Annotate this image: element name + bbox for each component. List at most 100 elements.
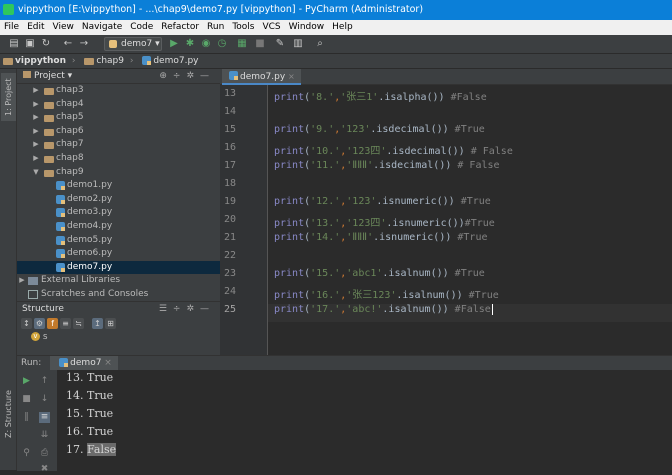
pin-tab-icon[interactable]: ⚲ <box>21 448 32 459</box>
project-panel-title[interactable]: Project <box>34 71 65 81</box>
breadcrumb-separator: › <box>71 56 76 66</box>
close-tab-icon[interactable]: × <box>288 72 295 81</box>
breadcrumb-file[interactable]: demo7.py <box>153 54 198 68</box>
show-fields-icon[interactable]: ⚙ <box>34 318 45 329</box>
print-icon[interactable]: ⎙ <box>39 448 50 459</box>
tree-item-chap4[interactable]: ▶ chap4 <box>17 98 220 112</box>
profile-icon[interactable]: ◷ <box>216 38 228 50</box>
autoscroll-icon[interactable]: ↥ <box>92 318 103 329</box>
sort-icon[interactable]: ↕ <box>21 318 32 329</box>
menu-navigate[interactable]: Navigate <box>78 20 126 35</box>
tree-item-demo1[interactable]: demo1.py <box>17 179 220 193</box>
expand-arrow-icon[interactable]: ▶ <box>31 125 41 139</box>
soft-wrap-icon[interactable]: ≡ <box>39 412 50 423</box>
output-line: 16. True <box>66 425 114 438</box>
structure-panel-tools[interactable]: ☰÷✲— <box>159 302 215 316</box>
tree-item-chap6[interactable]: ▶ chap6 <box>17 125 220 139</box>
settings-wrench-icon[interactable]: ✎ <box>274 38 286 50</box>
expand-all-icon[interactable]: ≡ <box>60 318 71 329</box>
concurrency-icon[interactable]: ▦ <box>236 38 248 50</box>
expand-arrow-icon[interactable]: ▶ <box>17 274 27 288</box>
run-tab-demo7[interactable]: demo7 × <box>50 356 118 370</box>
run-configuration-select[interactable]: demo7 ▾ <box>104 37 162 51</box>
expand-arrow-icon[interactable]: ▶ <box>31 152 41 166</box>
expand-arrow-icon[interactable]: ▶ <box>31 111 41 125</box>
forward-arrow-icon[interactable]: → <box>78 38 90 50</box>
scroll-to-end-icon[interactable]: ⇊ <box>39 430 50 441</box>
menu-help[interactable]: Help <box>328 20 357 35</box>
tree-item-label: Scratches and Consoles <box>41 288 149 299</box>
pause-icon[interactable]: ‖ <box>21 412 32 423</box>
collapse-arrow-icon[interactable]: ▼ <box>31 166 41 180</box>
project-panel-tools[interactable]: ⊕÷✲— <box>159 69 215 84</box>
show-properties-icon[interactable]: f <box>47 318 58 329</box>
up-arrow-icon[interactable]: ↑ <box>39 376 50 387</box>
open-folder-icon[interactable]: ▤ <box>8 38 20 50</box>
tree-item-chap3[interactable]: ▶ chap3 <box>17 84 220 98</box>
expand-arrow-icon[interactable]: ▶ <box>31 138 41 152</box>
tree-item-demo3[interactable]: demo3.py <box>17 206 220 220</box>
menu-window[interactable]: Window <box>285 20 329 35</box>
back-arrow-icon[interactable]: ← <box>62 38 74 50</box>
stop-icon[interactable]: ■ <box>254 38 266 50</box>
folder-icon <box>44 101 54 109</box>
line-number: 22 <box>224 250 237 261</box>
sdk-icon[interactable]: ▥ <box>292 38 304 50</box>
menu-refactor[interactable]: Refactor <box>157 20 203 35</box>
console-output[interactable]: 13. True 14. True 15. True 16. True 17. … <box>61 370 671 471</box>
breadcrumb-folder[interactable]: chap9 <box>96 54 124 68</box>
side-tab-project[interactable]: 1: Project <box>1 73 16 121</box>
save-all-icon[interactable]: ▣ <box>24 38 36 50</box>
menu-file[interactable]: File <box>0 20 23 35</box>
tree-item-demo5[interactable]: demo5.py <box>17 234 220 248</box>
autoscroll-from-source-icon[interactable]: ⊞ <box>105 318 116 329</box>
tree-item-demo6[interactable]: demo6.py <box>17 247 220 261</box>
debug-icon[interactable]: ✱ <box>184 38 196 50</box>
stop-icon[interactable]: ■ <box>21 394 32 405</box>
menu-view[interactable]: View <box>49 20 78 35</box>
tree-item-external-libraries[interactable]: ▶ External Libraries <box>17 274 220 288</box>
rerun-icon[interactable]: ▶ <box>21 376 32 387</box>
tree-item-chap9[interactable]: ▼ chap9 <box>17 166 220 180</box>
project-folder-icon <box>23 71 31 78</box>
tree-item-chap7[interactable]: ▶ chap7 <box>17 138 220 152</box>
collapse-all-icon[interactable]: ≒ <box>73 318 84 329</box>
tree-item-chap8[interactable]: ▶ chap8 <box>17 152 220 166</box>
python-file-icon <box>109 40 117 48</box>
structure-item[interactable]: v s <box>17 330 220 344</box>
left-tool-strip: 1: Project Z: Structure <box>0 69 17 470</box>
menu-edit[interactable]: Edit <box>23 20 48 35</box>
menu-run[interactable]: Run <box>203 20 228 35</box>
tree-item-label: chap4 <box>56 98 84 109</box>
run-icon[interactable]: ▶ <box>168 38 180 50</box>
code-area[interactable]: print('8.','张三1'.isalpha()) #False print… <box>268 85 672 355</box>
coverage-icon[interactable]: ◉ <box>200 38 212 50</box>
menu-code[interactable]: Code <box>126 20 157 35</box>
tree-item-demo4[interactable]: demo4.py <box>17 220 220 234</box>
tree-item-demo2[interactable]: demo2.py <box>17 193 220 207</box>
close-tab-icon[interactable]: × <box>104 358 112 368</box>
output-line: 15. True <box>66 407 114 420</box>
menu-vcs[interactable]: VCS <box>258 20 284 35</box>
run-panel-header: Run: demo7 × <box>17 356 672 370</box>
menu-tools[interactable]: Tools <box>228 20 258 35</box>
side-tab-structure[interactable]: Z: Structure <box>1 384 16 444</box>
breadcrumb-project[interactable]: vippython <box>15 54 66 68</box>
line-number: 18 <box>224 178 237 189</box>
python-file-icon <box>56 235 65 245</box>
line-number: 21 <box>224 232 237 243</box>
search-everywhere-icon[interactable]: ⌕ <box>314 38 326 50</box>
tree-item-scratches[interactable]: Scratches and Consoles <box>17 288 220 302</box>
run-panel-toolbar: ▶ ↑ ■ ↓ ‖ ≡ ⇊ ⚲ ⎙ ✖ <box>17 370 57 474</box>
tree-item-chap5[interactable]: ▶ chap5 <box>17 111 220 125</box>
tree-item-demo7[interactable]: demo7.py <box>17 260 220 275</box>
folder-icon <box>3 58 13 65</box>
editor-tab-demo7[interactable]: demo7.py × <box>222 69 301 85</box>
sync-icon[interactable]: ↻ <box>40 38 52 50</box>
line-number: 19 <box>224 196 237 207</box>
selected-output-text: False <box>87 443 117 456</box>
editor-tab-label: demo7.py <box>240 72 286 82</box>
expand-arrow-icon[interactable]: ▶ <box>31 98 41 112</box>
down-arrow-icon[interactable]: ↓ <box>39 394 50 405</box>
expand-arrow-icon[interactable]: ▶ <box>31 84 41 98</box>
